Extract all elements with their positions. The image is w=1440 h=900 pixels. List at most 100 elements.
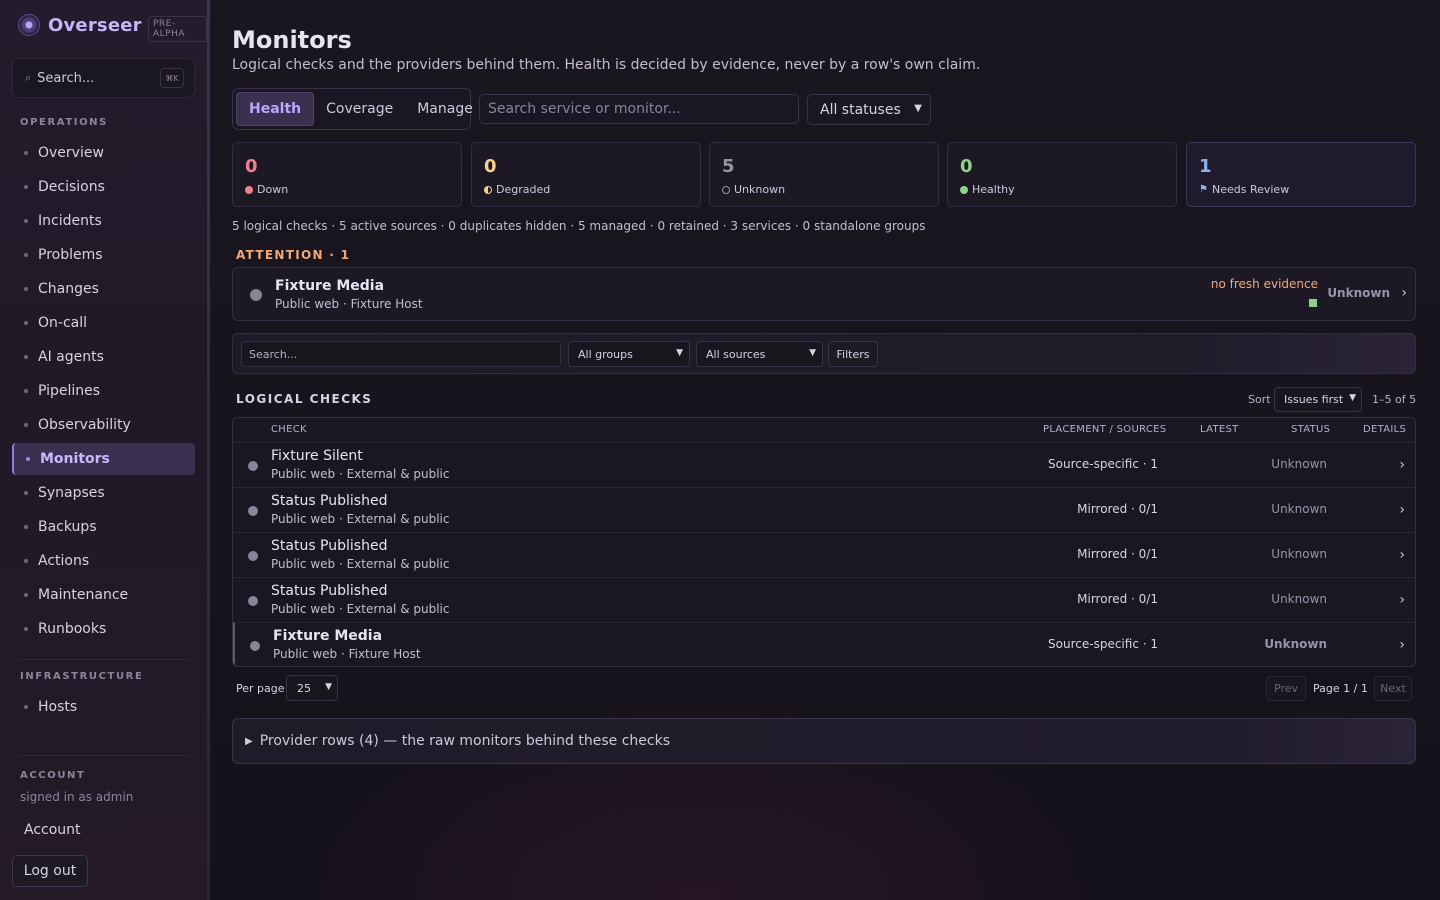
per-page-label: Per page (236, 682, 285, 695)
main-content: Monitors Logical checks and the provider… (208, 0, 1440, 900)
next-page-button[interactable]: Next (1374, 676, 1412, 701)
tab-manage[interactable]: Manage (405, 92, 485, 126)
sidebar-item-runbooks[interactable]: Runbooks (12, 613, 195, 645)
unknown-card[interactable]: 5 Unknown (709, 142, 939, 207)
sidebar-item-ai-agents[interactable]: AI agents (12, 341, 195, 373)
sort-select[interactable]: Issues first ▼ (1274, 387, 1362, 412)
sidebar-item-actions[interactable]: Actions (12, 545, 195, 577)
half-circle-icon (484, 185, 492, 194)
down-card[interactable]: 0 Down (232, 142, 462, 207)
sidebar-item-backups[interactable]: Backups (12, 511, 195, 543)
status-filter-select[interactable]: All statuses ▼ (807, 94, 931, 125)
chevron-right-icon[interactable]: › (1399, 592, 1405, 608)
sidebar-item-incidents[interactable]: Incidents (12, 205, 195, 237)
check-status: Unknown (1271, 457, 1327, 471)
groups-select[interactable]: All groups ▼ (568, 341, 690, 367)
chevron-right-icon[interactable]: › (1399, 637, 1405, 653)
monitor-search-input[interactable]: Search service or monitor... (479, 94, 799, 124)
attention-title: Fixture Media (275, 278, 385, 294)
column-header-status[interactable]: STATUS (1291, 424, 1330, 435)
sidebar-search[interactable]: ⌕ Search... ⌘K (12, 58, 195, 98)
bullet-icon (24, 355, 28, 359)
sidebar-item-problems[interactable]: Problems (12, 239, 195, 271)
needs-review-card[interactable]: 1 ⚑ Needs Review (1186, 142, 1416, 207)
card-label: Healthy (972, 183, 1015, 196)
sidebar-item-label: Overview (38, 145, 104, 161)
attention-row[interactable]: Fixture Media Public web · Fixture Host … (232, 267, 1416, 321)
filters-button[interactable]: Filters (828, 341, 878, 367)
sidebar-item-maintenance[interactable]: Maintenance (12, 579, 195, 611)
sidebar-item-label: Incidents (38, 213, 102, 229)
provider-rows-disclosure[interactable]: ▶ Provider rows (4) — the raw monitors b… (232, 718, 1416, 764)
bullet-icon (26, 457, 30, 461)
search-icon: ⌕ (25, 71, 32, 84)
sidebar-divider (20, 755, 190, 756)
sidebar-item-changes[interactable]: Changes (12, 273, 195, 305)
sidebar-item-observability[interactable]: Observability (12, 409, 195, 441)
chevron-right-icon[interactable]: › (1399, 502, 1405, 518)
check-search-input[interactable]: Search... (241, 341, 561, 367)
sources-select[interactable]: All sources ▼ (696, 341, 823, 367)
column-header-latest[interactable]: LATEST (1200, 424, 1239, 435)
check-name: Status Published (271, 493, 388, 509)
column-header-check[interactable]: CHECK (271, 424, 307, 435)
sidebar-item-on-call[interactable]: On-call (12, 307, 195, 339)
overseer-logo-icon (18, 14, 40, 36)
card-label: Needs Review (1211, 183, 1290, 196)
prev-page-button[interactable]: Prev (1266, 676, 1306, 701)
account-link[interactable]: Account (24, 822, 81, 838)
chevron-down-icon: ▼ (1349, 393, 1356, 403)
logout-button[interactable]: Log out (12, 855, 88, 887)
sidebar-item-label: Changes (38, 281, 99, 297)
evidence-square-icon (1309, 299, 1317, 307)
page-info: Page 1 / 1 (1313, 682, 1368, 695)
chevron-right-icon: › (1401, 285, 1407, 301)
sidebar-item-monitors[interactable]: Monitors (12, 443, 195, 475)
sidebar-item-overview[interactable]: Overview (12, 137, 195, 169)
attention-label: ATTENTION · 1 (236, 248, 351, 262)
account-section-label: ACCOUNT (20, 770, 86, 781)
table-row[interactable]: Status Published Public web · External &… (233, 577, 1415, 622)
per-page-select[interactable]: 25 ▼ (286, 675, 338, 701)
card-label: Unknown (734, 183, 786, 196)
column-header-placement[interactable]: PLACEMENT / SOURCES (1043, 424, 1166, 435)
chevron-right-icon[interactable]: › (1399, 457, 1405, 473)
table-row[interactable]: Status Published Public web · External &… (233, 532, 1415, 577)
status-dot-icon (248, 506, 258, 516)
pre-alpha-badge: PRE-ALPHA (148, 16, 207, 42)
bullet-icon (24, 389, 28, 393)
chevron-right-icon[interactable]: › (1399, 547, 1405, 563)
evidence-warning: no fresh evidence (1210, 277, 1318, 291)
table-row[interactable]: Fixture Media Public web · Fixture Host … (233, 622, 1415, 666)
flag-icon: ⚑ (1199, 184, 1208, 195)
chevron-down-icon: ▼ (914, 103, 922, 114)
sidebar-search-placeholder: Search... (37, 70, 95, 86)
sidebar-item-hosts[interactable]: Hosts (12, 691, 195, 723)
chevron-down-icon: ▼ (676, 348, 683, 358)
healthy-card[interactable]: 0 Healthy (947, 142, 1177, 207)
down-label: Down (245, 183, 288, 196)
result-range: 1–5 of 5 (1372, 393, 1417, 406)
chevron-down-icon: ▼ (809, 348, 816, 358)
tab-health[interactable]: Health (236, 92, 315, 126)
per-page-value: 25 (297, 681, 311, 695)
bullet-icon (24, 559, 28, 563)
table-row[interactable]: Fixture Silent Public web · External & p… (233, 442, 1415, 487)
check-status: Unknown (1271, 502, 1327, 516)
tab-coverage[interactable]: Coverage (314, 92, 405, 126)
sidebar-item-synapses[interactable]: Synapses (12, 477, 195, 509)
provider-rows-label: Provider rows (4) — the raw monitors beh… (259, 733, 671, 749)
sidebar-item-label: Synapses (38, 485, 105, 501)
page-subtitle: Logical checks and the providers behind … (232, 57, 981, 73)
sidebar-item-pipelines[interactable]: Pipelines (12, 375, 195, 407)
unknown-label: Unknown (722, 183, 785, 196)
bullet-icon (24, 253, 28, 257)
brand[interactable]: Overseer (18, 14, 142, 36)
table-row[interactable]: Status Published Public web · External &… (233, 487, 1415, 532)
sidebar-item-decisions[interactable]: Decisions (12, 171, 195, 203)
degraded-card[interactable]: 0 Degraded (471, 142, 701, 207)
sidebar-item-label: On-call (38, 315, 87, 331)
sidebar-item-label: Observability (38, 417, 131, 433)
check-placement: Source-specific · 1 (1048, 457, 1158, 471)
signed-in-text: signed in as admin (20, 790, 134, 804)
